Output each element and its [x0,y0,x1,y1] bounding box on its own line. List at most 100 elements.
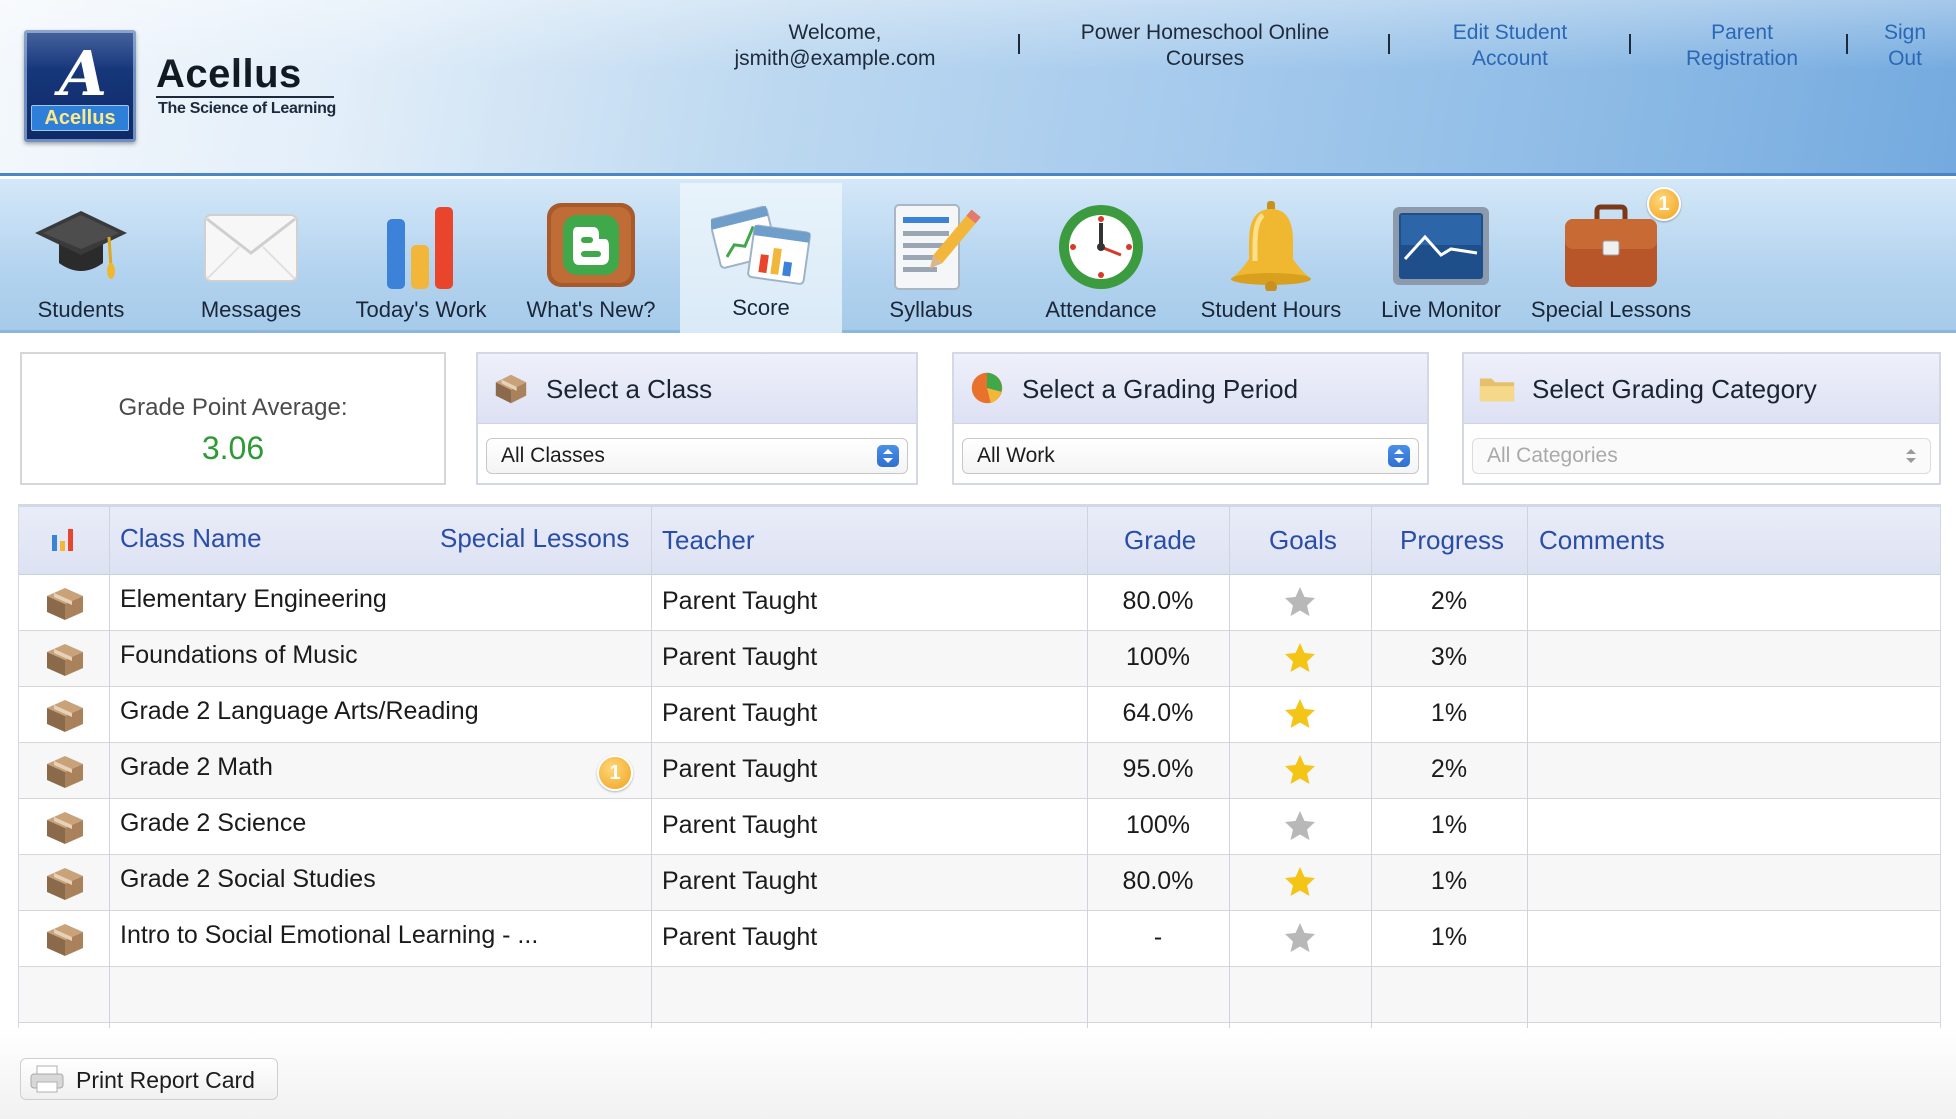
grades-table: Class Name Special Lessons Teacher Grade… [18,504,1941,1031]
print-report-card-button[interactable]: Print Report Card [20,1058,278,1100]
chart-column-icon[interactable] [50,527,76,553]
edit-student-account-line2: Account [1472,47,1548,70]
grading-category-value: All Categories [1487,444,1618,467]
toolbar-label: Special Lessons [1530,297,1692,322]
grade-cell[interactable]: 64.0% [1087,699,1229,728]
progress-cell: 2% [1430,755,1468,783]
class-name-cell[interactable]: Grade 2 Language Arts/Reading [120,697,479,726]
welcome-greeting: Welcome, [788,21,882,44]
class-box-icon [47,812,83,844]
select-arrows-icon [1900,445,1922,467]
teacher-cell: Parent Taught [662,699,818,727]
header-teacher[interactable]: Teacher [662,525,755,556]
toolbar-students[interactable]: Students [0,185,162,329]
grading-period-header: Select a Grading Period [954,354,1427,424]
progress-cell: 2% [1430,587,1468,615]
header-goals[interactable]: Goals [1269,525,1337,556]
sign-out-line2: Out [1888,47,1922,70]
teacher-cell: Parent Taught [662,923,818,951]
class-name-cell[interactable]: Elementary Engineering [120,585,387,614]
grade-cell[interactable]: 80.0% [1087,867,1229,896]
class-box-icon [47,588,83,620]
logo-wordmark: Acellus [31,105,129,131]
class-name-cell[interactable]: Intro to Social Emotional Learning - ... [120,921,538,950]
toolbar-live-monitor[interactable]: Live Monitor [1360,185,1522,329]
header-separator [1388,34,1390,54]
toolbar-student-hours[interactable]: Student Hours [1190,185,1352,329]
main-toolbar: Students Messages Today's Work What's Ne… [0,179,1956,333]
class-select-value: All Classes [501,444,605,467]
blogger-icon [547,203,635,287]
parent-registration-line1: Parent [1711,21,1773,44]
class-box-icon [47,756,83,788]
class-name-cell[interactable]: Foundations of Music [120,641,358,670]
toolbar-todays-work[interactable]: Today's Work [340,185,502,329]
sign-out-line1: Sign [1883,21,1927,44]
table-row[interactable]: Elementary Engineering Parent Taught 80.0%… [19,575,1940,631]
grade-cell[interactable]: 100% [1087,643,1229,672]
grade-cell[interactable]: 100% [1087,811,1229,840]
calendar-chart-icon [711,205,811,285]
brand-divider [156,96,334,98]
header-progress[interactable]: Progress [1400,525,1504,556]
class-name-cell[interactable]: Grade 2 Social Studies [120,865,376,894]
toolbar-whats-new[interactable]: What's New? [510,185,672,329]
toolbar-label: What's New? [526,297,656,322]
toolbar-score[interactable]: Score [680,183,842,333]
header-comments[interactable]: Comments [1539,525,1665,556]
select-arrows-icon [1388,445,1410,467]
column-divider [651,507,652,1031]
class-box-icon [495,374,527,404]
sign-out-link[interactable]: Sign Out [1872,20,1938,72]
envelope-icon [204,214,298,282]
toolbar-special-lessons[interactable]: Special Lessons 1 [1530,185,1692,329]
grade-cell[interactable]: 80.0% [1087,587,1229,616]
course-title: Power Homeschool Online Courses [1060,20,1350,72]
special-lessons-badge[interactable]: 1 [597,755,633,791]
table-row[interactable]: Grade 2 Math 1 Parent Taught 95.0% 2% [19,743,1940,799]
grading-period-value: All Work [977,444,1055,467]
table-header: Class Name Special Lessons Teacher Grade… [19,507,1940,575]
gpa-label: Grade Point Average: [118,394,348,421]
select-arrows-icon [877,445,899,467]
table-row-empty [19,967,1940,1023]
teacher-cell: Parent Taught [662,867,818,895]
gpa-card: Grade Point Average: 3.06 [20,352,446,485]
toolbar-label: Syllabus [889,297,973,322]
print-report-card-label: Print Report Card [76,1067,255,1093]
column-divider [1087,507,1088,1031]
edit-student-account-line1: Edit Student [1452,21,1568,44]
header-grade[interactable]: Grade [1124,525,1196,556]
toolbar-attendance[interactable]: Attendance [1020,185,1182,329]
graduation-cap-icon [35,211,127,279]
table-row[interactable]: Intro to Social Emotional Learning - ...… [19,911,1940,967]
table-row[interactable]: Grade 2 Science Parent Taught 100% 1% [19,799,1940,855]
toolbar-syllabus[interactable]: Syllabus [850,185,1012,329]
goal-star-icon [1285,643,1315,672]
syllabus-pencil-icon [894,204,981,290]
class-name-cell[interactable]: Grade 2 Math [120,753,273,782]
grading-category-select[interactable]: All Categories [1472,438,1931,474]
logo-letter-a: A [58,37,107,110]
table-row[interactable]: Grade 2 Social Studies Parent Taught 80.0%… [19,855,1940,911]
class-select[interactable]: All Classes [486,438,908,474]
toolbar-messages[interactable]: Messages [170,185,332,329]
parent-registration-link[interactable]: Parent Registration [1660,20,1824,72]
edit-student-account-link[interactable]: Edit Student Account [1420,20,1600,72]
grading-period-select[interactable]: All Work [962,438,1419,474]
grade-cell[interactable]: 95.0% [1087,755,1229,784]
grade-cell[interactable]: - [1087,923,1229,952]
header-class-name[interactable]: Class Name [120,523,262,554]
table-row[interactable]: Grade 2 Language Arts/Reading Parent Taug… [19,687,1940,743]
brand-tagline: The Science of Learning [158,100,337,117]
header-special-lessons[interactable]: Special Lessons [440,523,629,554]
class-box-icon [47,644,83,676]
class-name-cell[interactable]: Grade 2 Science [120,809,306,838]
gpa-value: 3.06 [201,430,265,466]
teacher-cell: Parent Taught [662,643,818,671]
header-separator [1018,34,1020,54]
toolbar-label: Students [37,297,125,322]
goal-star-icon [1285,755,1315,784]
column-divider [1371,507,1372,1031]
table-row[interactable]: Foundations of Music Parent Taught 100% 3% [19,631,1940,687]
